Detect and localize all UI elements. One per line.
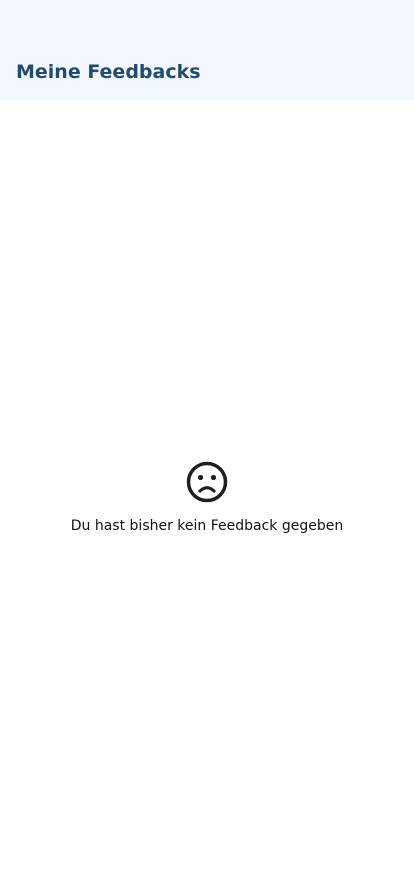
empty-state: Du hast bisher kein Feedback gegeben [0,460,414,535]
header: Meine Feedbacks [0,0,414,100]
feedback-screen: Meine Feedbacks Du hast bisher kein Feed… [0,0,414,896]
page-title: Meine Feedbacks [16,61,201,83]
sad-face-icon [186,461,228,503]
empty-state-message: Du hast bisher kein Feedback gegeben [70,518,344,534]
